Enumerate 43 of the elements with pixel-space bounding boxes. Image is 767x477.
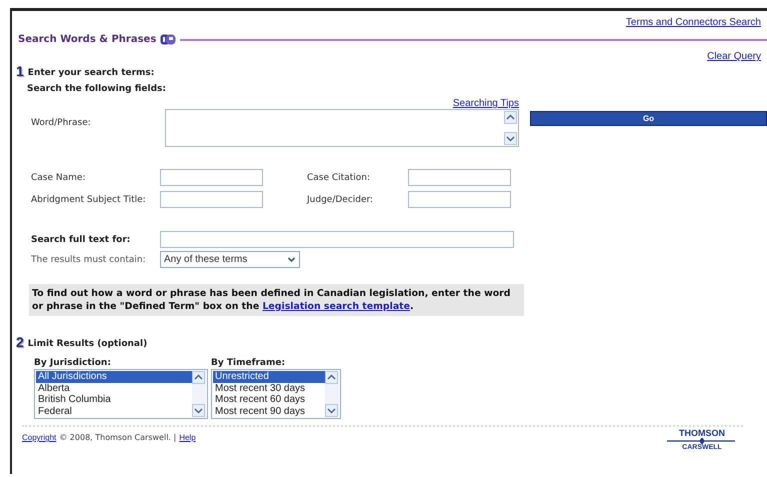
help-link[interactable]: Help [179,433,196,442]
list-option[interactable]: Most recent 30 days [213,382,325,394]
clear-query-link[interactable]: Clear Query [707,51,761,62]
field-label: Abridgment Subject Title: [31,194,147,204]
fields-heading: Search the following fields: [27,84,168,94]
field-label: Judge/Decider: [307,194,374,204]
terms-dropdown[interactable]: Any of these terms [160,251,300,268]
caret-icon [287,255,296,264]
list-label: By Jurisdiction: [34,358,112,368]
step-title: Limit Results (optional) [28,339,148,349]
subject-title-field[interactable] [160,191,263,208]
filter-listbox[interactable]: Unrestricted Most recent 30 days Most recent 60 days Most recent 90 days [211,369,341,419]
step-title: Enter your search terms: [28,68,154,78]
go-button[interactable]: Go [530,111,767,126]
terms-connectors-link[interactable]: Terms and Connectors Search [626,17,761,28]
field-label: Search full text for: [31,234,132,244]
searching-tips-link[interactable]: Searching Tips [165,99,519,109]
list-option[interactable]: Most recent 90 days [213,406,325,417]
step-number: 2 [16,335,24,349]
list-option[interactable]: Most recent 60 days [213,394,325,406]
field-label: Case Name: [31,172,86,182]
field-label: Word/Phrase: [31,117,92,129]
list-option[interactable]: Federal [36,406,192,417]
legislation-template-link[interactable]: Legislation search template [262,301,410,312]
word-phrase-field[interactable] [165,109,519,147]
list-option[interactable]: Alberta [36,382,192,394]
section-title: Search Words & Phrases [18,34,156,45]
list-label: By Timeframe: [211,358,286,368]
full-text-field[interactable] [160,231,514,248]
filter-listbox[interactable]: All Jurisdictions Alberta British Columbia Federal [34,369,208,419]
copyright-text: © 2008, Thomson Carswell. | [59,433,176,442]
case-citation-field[interactable] [408,169,511,186]
field-label: The results must contain: [31,254,147,264]
list-option[interactable]: All Jurisdictions [36,371,192,382]
list-option[interactable]: Unrestricted [213,371,325,382]
step-number: 1 [16,64,24,78]
legislation-note: To find out how a word or phrase has been defined in Canadian legislation, enter the word or phrase in the "Defined Term" box on the Legislation search template. [29,284,524,316]
judge-field[interactable] [408,191,511,208]
case-name-field[interactable] [160,169,263,186]
copyright-link[interactable]: Copyright [22,433,56,442]
tip-icon[interactable] [160,34,176,45]
field-label: Case Citation: [307,172,371,182]
list-option[interactable]: British Columbia [36,394,192,406]
